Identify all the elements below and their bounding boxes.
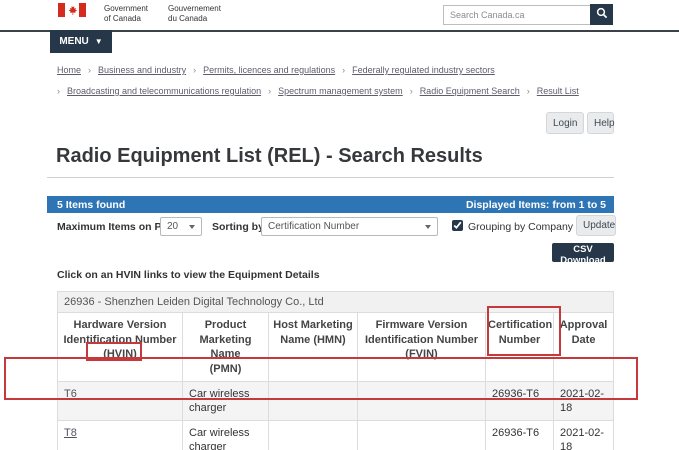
displayed-items-text: Displayed Items: from 1 to 5	[466, 199, 606, 211]
magnifier-icon	[596, 7, 608, 22]
max-items-select[interactable]: 20	[160, 217, 202, 236]
col-header-hvin: Hardware Version Identification Number (…	[58, 313, 183, 382]
col-header-line: Certification	[488, 318, 551, 333]
chevron-down-icon: ▼	[95, 38, 103, 46]
canada-flag-icon	[57, 3, 87, 17]
breadcrumb-link-result-list[interactable]: Result List	[537, 86, 579, 96]
breadcrumb-separator: ›	[410, 86, 413, 96]
hvin-link-t8[interactable]: T8	[64, 427, 77, 439]
hvin-cell: T6	[58, 382, 183, 421]
approval-date-cell: 2021-02-18	[554, 421, 614, 450]
col-header-line: Marketing Name	[185, 333, 266, 362]
breadcrumb-separator: ›	[193, 65, 196, 75]
breadcrumb-link-home[interactable]: Home	[57, 65, 81, 75]
hmn-cell	[269, 382, 358, 421]
grouping-checkbox[interactable]	[452, 220, 463, 231]
sorting-by-select[interactable]: Certification Number	[261, 217, 438, 236]
col-header-line: Identification Number	[360, 333, 483, 348]
breadcrumb-link-business[interactable]: Business and industry	[98, 65, 186, 75]
hmn-cell	[269, 421, 358, 450]
col-header-hmn: Host Marketing Name (HMN)	[269, 313, 358, 382]
sorting-by-value: Certification Number	[268, 221, 359, 232]
results-table: 26936 - Shenzhen Leiden Digital Technolo…	[57, 291, 614, 450]
fvin-cell	[358, 421, 486, 450]
col-header-line: Firmware Version	[360, 318, 483, 333]
max-items-value: 20	[167, 221, 178, 232]
chevron-down-icon	[425, 225, 431, 229]
certification-number-cell: 26936-T6	[486, 421, 554, 450]
col-header-line: (FVIN)	[360, 347, 483, 362]
pmn-cell: Car wireless charger	[183, 382, 269, 421]
help-button[interactable]: Help	[587, 112, 614, 134]
breadcrumb-row-2: › Broadcasting and telecommunications reg…	[57, 86, 579, 96]
col-header-line: Name (HMN)	[271, 333, 355, 348]
company-group-row: 26936 - Shenzhen Leiden Digital Technolo…	[58, 292, 614, 313]
login-button[interactable]: Login	[546, 112, 584, 134]
col-header-line: (HVIN)	[60, 347, 180, 362]
breadcrumb-link-federally-regulated[interactable]: Federally regulated industry sectors	[352, 65, 495, 75]
breadcrumb-link-spectrum[interactable]: Spectrum management system	[278, 86, 403, 96]
csv-download-button[interactable]: CSV Download	[552, 243, 614, 262]
col-header-line: Host Marketing	[271, 318, 355, 333]
page-title: Radio Equipment List (REL) - Search Resu…	[56, 145, 483, 168]
hvin-note: Click on an HVIN links to view the Equip…	[57, 269, 320, 281]
items-found-text: 5 Items found	[57, 199, 125, 211]
breadcrumb-link-broadcasting[interactable]: Broadcasting and telecommunications regu…	[67, 86, 261, 96]
col-header-line: Product	[185, 318, 266, 333]
company-group-header: 26936 - Shenzhen Leiden Digital Technolo…	[58, 292, 614, 313]
breadcrumb-row-1: Home › Business and industry › Permits, lice…	[57, 65, 495, 75]
approval-date-cell: 2021-02-18	[554, 382, 614, 421]
col-header-fvin: Firmware Version Identification Number (…	[358, 313, 486, 382]
hvin-cell: T8	[58, 421, 183, 450]
breadcrumb-separator: ›	[342, 65, 345, 75]
breadcrumb-separator: ›	[268, 86, 271, 96]
breadcrumb-separator: ›	[88, 65, 91, 75]
col-header-line: Identification Number	[60, 333, 180, 348]
table-row: T8 Car wireless charger 26936-T6 2021-02…	[58, 421, 614, 450]
gov-signature-fr: Gouvernementdu Canada	[168, 4, 221, 23]
grouping-label: Grouping by Company	[468, 221, 573, 233]
breadcrumb-separator: ›	[57, 86, 60, 96]
sorting-by-label: Sorting by	[212, 221, 264, 233]
fvin-cell	[358, 382, 486, 421]
update-button[interactable]: Update	[576, 215, 616, 236]
results-summary-bar: 5 Items found Displayed Items: from 1 to…	[47, 196, 614, 213]
search-input[interactable]	[443, 5, 591, 25]
title-divider	[47, 177, 614, 178]
menu-button[interactable]: MENU ▼	[50, 30, 112, 53]
search-button[interactable]	[590, 4, 613, 25]
col-header-line: Approval	[556, 318, 611, 333]
hvin-link-t6[interactable]: T6	[64, 388, 77, 400]
chevron-down-icon	[189, 225, 195, 229]
certification-number-cell: 26936-T6	[486, 382, 554, 421]
col-header-approval-date: Approval Date	[554, 313, 614, 382]
col-header-line: Number	[488, 333, 551, 348]
col-header-line: Date	[556, 333, 611, 348]
breadcrumb-separator: ›	[527, 86, 530, 96]
gov-signature-en: Governmentof Canada	[104, 4, 148, 23]
table-header-row: Hardware Version Identification Number (…	[58, 313, 614, 382]
col-header-certification-number: Certification Number	[486, 313, 554, 382]
pmn-cell: Car wireless charger	[183, 421, 269, 450]
col-header-pmn: Product Marketing Name (PMN)	[183, 313, 269, 382]
breadcrumb-link-permits[interactable]: Permits, licences and regulations	[203, 65, 335, 75]
col-header-line: (PMN)	[185, 362, 266, 377]
col-header-line: Hardware Version	[60, 318, 180, 333]
breadcrumb-link-radio-equipment-search[interactable]: Radio Equipment Search	[420, 86, 520, 96]
table-row: T6 Car wireless charger 26936-T6 2021-02…	[58, 382, 614, 421]
page: Governmentof Canada Gouvernementdu Canad…	[0, 0, 679, 450]
